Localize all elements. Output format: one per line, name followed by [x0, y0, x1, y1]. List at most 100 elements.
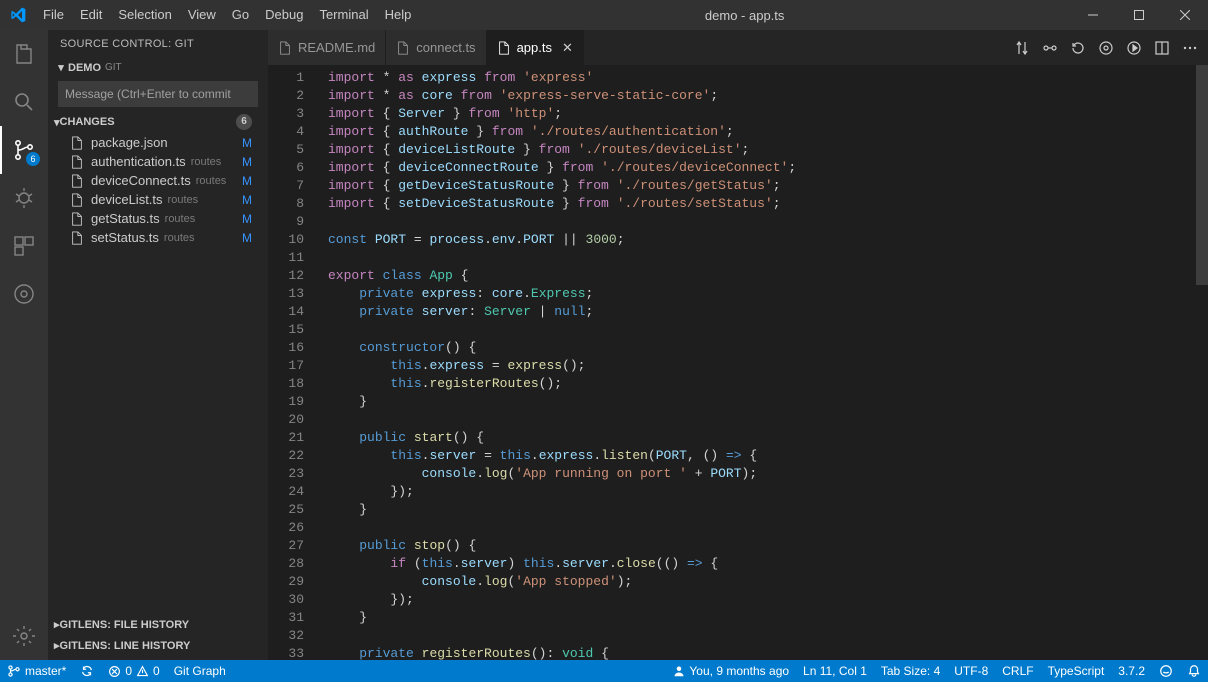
debug-icon[interactable]	[0, 174, 48, 222]
file-status: M	[242, 155, 252, 169]
editor-group: README.md connect.ts app.ts ✕ 1234567891011…	[268, 30, 1208, 660]
editor[interactable]: 1234567891011121314151617181920212223242…	[268, 65, 1208, 660]
menu-edit[interactable]: Edit	[72, 0, 110, 30]
file-path: routes	[168, 194, 199, 206]
changes-count: 6	[236, 114, 252, 130]
line-history-header[interactable]: ▸ GITLENS: LINE HISTORY	[48, 635, 268, 656]
file-icon	[497, 41, 511, 55]
close-button[interactable]	[1162, 0, 1208, 30]
run-icon[interactable]	[1126, 40, 1142, 56]
compare-icon[interactable]	[1014, 40, 1030, 56]
gitlens-icon[interactable]	[0, 270, 48, 318]
file-icon	[70, 231, 86, 245]
file-icon	[70, 136, 86, 150]
file-icon	[70, 212, 86, 226]
language-mode[interactable]: TypeScript	[1041, 660, 1112, 682]
file-name: deviceList.ts	[91, 192, 163, 207]
file-path: routes	[164, 232, 195, 244]
more-actions-icon[interactable]	[1182, 40, 1198, 56]
menu-debug[interactable]: Debug	[257, 0, 311, 30]
scm-badge: 6	[26, 152, 40, 166]
title-bar: FileEditSelectionViewGoDebugTerminalHelp…	[0, 0, 1208, 30]
menu-selection[interactable]: Selection	[110, 0, 179, 30]
file-icon	[70, 174, 86, 188]
repo-type: GIT	[105, 62, 122, 73]
chevron-down-icon: ▾	[54, 61, 68, 74]
file-status: M	[242, 212, 252, 226]
sync-button[interactable]	[73, 660, 101, 682]
notifications-icon[interactable]	[1180, 660, 1208, 682]
commit-message-input[interactable]	[58, 81, 258, 107]
search-icon[interactable]	[0, 78, 48, 126]
ts-version[interactable]: 3.7.2	[1111, 660, 1152, 682]
tab-bar: README.md connect.ts app.ts ✕	[268, 30, 1208, 65]
feedback-icon[interactable]	[1152, 660, 1180, 682]
sidebar: SOURCE CONTROL: GIT ▾ DEMO GIT ▾ CHANGES…	[48, 30, 268, 660]
source-control-icon[interactable]: 6	[0, 126, 48, 174]
file-path: routes	[191, 156, 222, 168]
menu-terminal[interactable]: Terminal	[311, 0, 376, 30]
code-area[interactable]: import * as express from 'express'import…	[318, 65, 1168, 660]
file-name: setStatus.ts	[91, 230, 159, 245]
file-status: M	[242, 136, 252, 150]
status-bar: master* 0 0 Git Graph You, 9 months ago …	[0, 660, 1208, 682]
tab-README-md[interactable]: README.md	[268, 30, 386, 65]
file-icon	[278, 41, 292, 55]
branch-indicator[interactable]: master*	[0, 660, 73, 682]
file-name: package.json	[91, 135, 168, 150]
line-history-label: GITLENS: LINE HISTORY	[60, 640, 191, 652]
tab-size[interactable]: Tab Size: 4	[874, 660, 947, 682]
menu-view[interactable]: View	[180, 0, 224, 30]
changes-header[interactable]: ▾ CHANGES 6	[48, 111, 268, 133]
encoding[interactable]: UTF-8	[947, 660, 995, 682]
file-icon	[70, 155, 86, 169]
toggle-annotations-icon[interactable]	[1098, 40, 1114, 56]
menu-help[interactable]: Help	[377, 0, 420, 30]
changed-file[interactable]: authentication.ts routes M	[48, 152, 268, 171]
problems-indicator[interactable]: 0 0	[101, 660, 166, 682]
revert-icon[interactable]	[1070, 40, 1086, 56]
maximize-button[interactable]	[1116, 0, 1162, 30]
explorer-icon[interactable]	[0, 30, 48, 78]
menu-go[interactable]: Go	[224, 0, 257, 30]
file-name: authentication.ts	[91, 154, 186, 169]
cursor-position[interactable]: Ln 11, Col 1	[796, 660, 874, 682]
activity-bar: 6	[0, 30, 48, 660]
changed-file[interactable]: deviceList.ts routes M	[48, 190, 268, 209]
changed-file[interactable]: setStatus.ts routes M	[48, 228, 268, 247]
tab-label: connect.ts	[416, 40, 475, 55]
repo-name: DEMO	[68, 62, 101, 74]
close-icon[interactable]: ✕	[562, 40, 573, 56]
panel-title: SOURCE CONTROL: GIT	[48, 30, 268, 58]
vscode-logo-icon	[0, 7, 35, 23]
extensions-icon[interactable]	[0, 222, 48, 270]
tab-label: app.ts	[517, 40, 552, 55]
file-history-label: GITLENS: FILE HISTORY	[60, 619, 190, 631]
file-status: M	[242, 231, 252, 245]
file-path: routes	[196, 175, 227, 187]
tab-label: README.md	[298, 40, 375, 55]
changes-label: CHANGES	[60, 116, 115, 128]
git-graph-button[interactable]: Git Graph	[167, 660, 233, 682]
file-icon	[70, 193, 86, 207]
split-editor-icon[interactable]	[1154, 40, 1170, 56]
changed-file[interactable]: package.json M	[48, 133, 268, 152]
file-path: routes	[165, 213, 196, 225]
changed-file[interactable]: deviceConnect.tsroutesM	[48, 171, 268, 190]
tab-app-ts[interactable]: app.ts ✕	[487, 30, 584, 65]
file-status: M	[242, 174, 252, 188]
menu-file[interactable]: File	[35, 0, 72, 30]
eol[interactable]: CRLF	[995, 660, 1040, 682]
menu: FileEditSelectionViewGoDebugTerminalHelp	[35, 0, 419, 30]
open-changes-icon[interactable]	[1042, 40, 1058, 56]
minimize-button[interactable]	[1070, 0, 1116, 30]
window-title: demo - app.ts	[419, 8, 1070, 23]
file-status: M	[242, 193, 252, 207]
tab-connect-ts[interactable]: connect.ts	[386, 30, 486, 65]
gitlens-blame[interactable]: You, 9 months ago	[666, 660, 796, 682]
vertical-scrollbar[interactable]	[1196, 65, 1208, 660]
repo-header[interactable]: ▾ DEMO GIT	[48, 58, 268, 77]
settings-gear-icon[interactable]	[0, 612, 48, 660]
changed-file[interactable]: getStatus.tsroutesM	[48, 209, 268, 228]
file-history-header[interactable]: ▸ GITLENS: FILE HISTORY	[48, 614, 268, 635]
